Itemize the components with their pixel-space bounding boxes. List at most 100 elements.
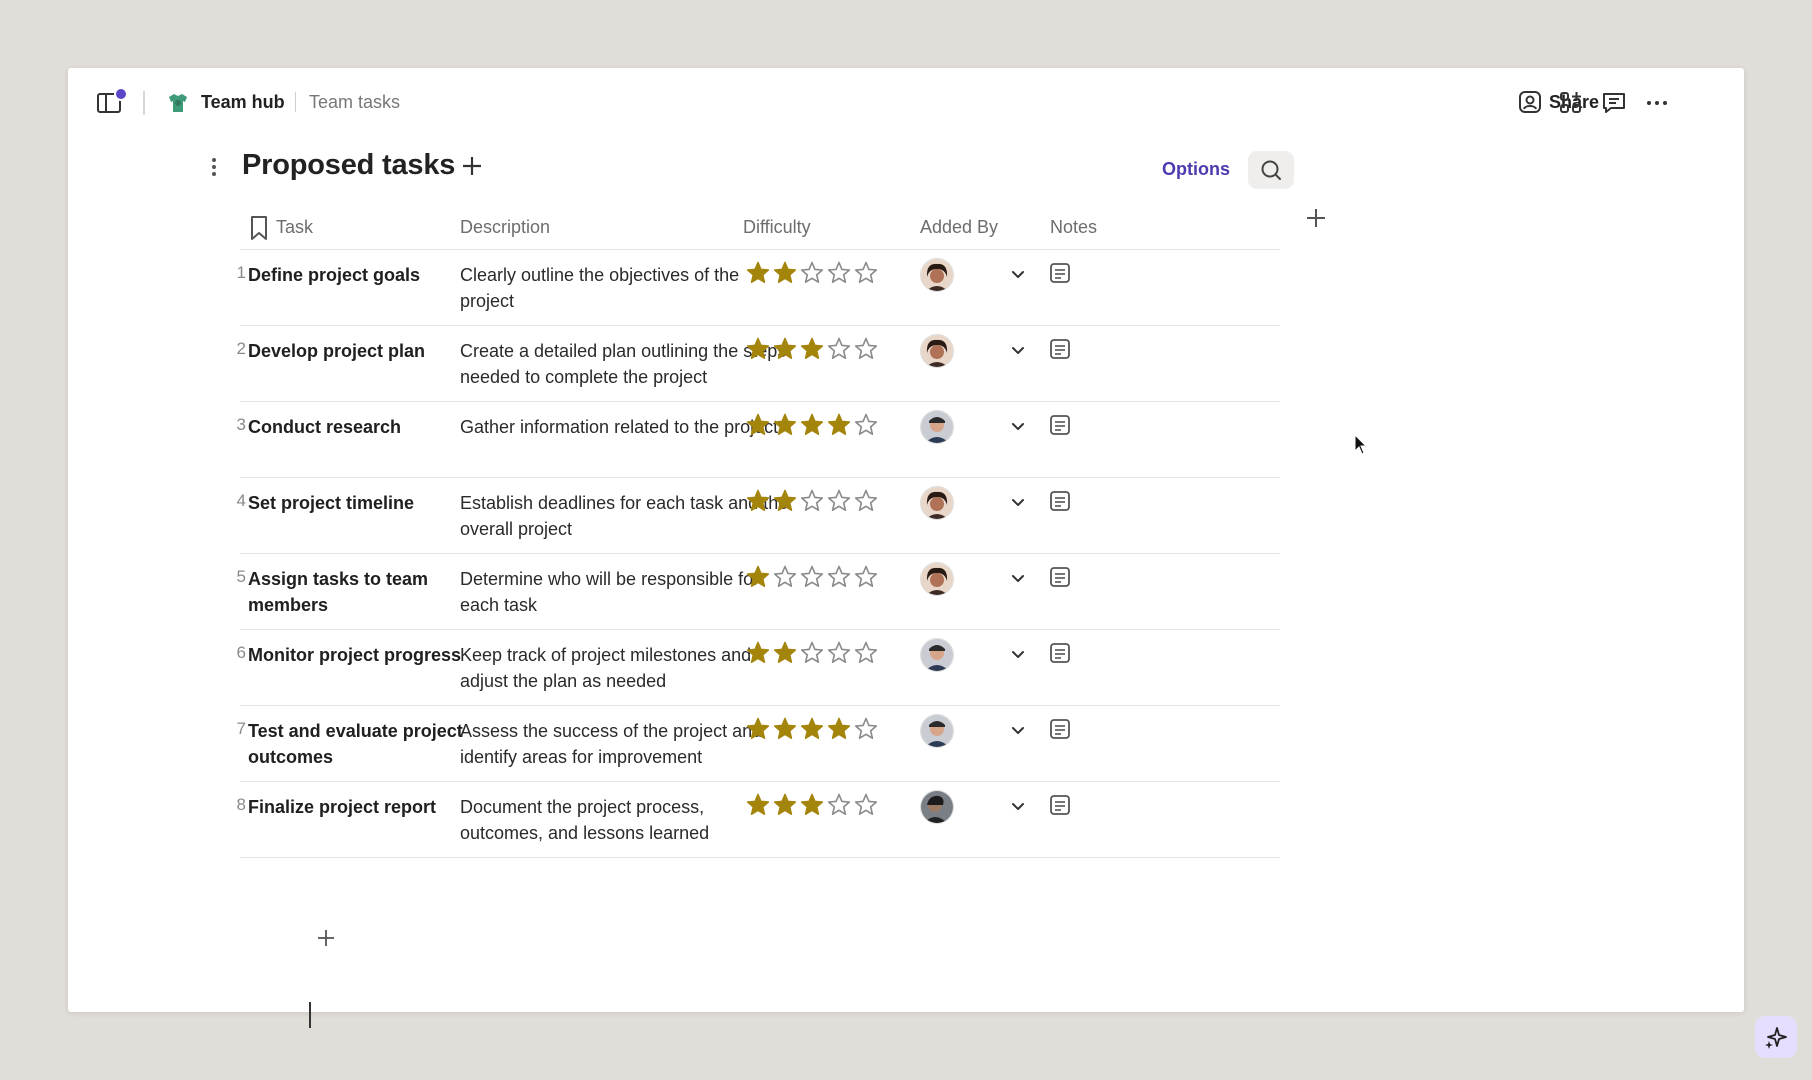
star-filled-icon[interactable] [745, 336, 771, 362]
note-icon[interactable] [1048, 565, 1072, 589]
star-empty-icon[interactable] [826, 792, 852, 818]
star-filled-icon[interactable] [826, 716, 852, 742]
star-filled-icon[interactable] [745, 488, 771, 514]
task-description[interactable]: Document the project process, outcomes, … [460, 794, 790, 846]
star-filled-icon[interactable] [745, 260, 771, 286]
star-empty-icon[interactable] [799, 640, 825, 666]
avatar[interactable] [920, 486, 954, 520]
ai-assistant-button[interactable] [1755, 1016, 1797, 1058]
note-icon[interactable] [1048, 261, 1072, 285]
star-filled-icon[interactable] [772, 412, 798, 438]
breadcrumb-team-hub[interactable]: Team hub [201, 92, 285, 113]
star-empty-icon[interactable] [853, 564, 879, 590]
star-filled-icon[interactable] [745, 792, 771, 818]
task-name[interactable]: Test and evaluate project outcomes [248, 718, 473, 770]
add-apps-icon[interactable] [1558, 90, 1584, 116]
star-empty-icon[interactable] [853, 260, 879, 286]
star-filled-icon[interactable] [772, 336, 798, 362]
star-empty-icon[interactable] [853, 716, 879, 742]
more-icon[interactable] [1644, 90, 1670, 116]
avatar[interactable] [920, 714, 954, 748]
plus-icon[interactable] [460, 154, 484, 178]
star-filled-icon[interactable] [772, 640, 798, 666]
star-filled-icon[interactable] [745, 716, 771, 742]
note-icon[interactable] [1048, 413, 1072, 437]
task-name[interactable]: Assign tasks to team members [248, 566, 473, 618]
difficulty-rating[interactable] [745, 488, 879, 514]
star-filled-icon[interactable] [772, 716, 798, 742]
chevron-down-icon[interactable] [1010, 646, 1026, 662]
avatar[interactable] [920, 258, 954, 292]
difficulty-rating[interactable] [745, 412, 879, 438]
avatar[interactable] [920, 562, 954, 596]
chevron-down-icon[interactable] [1010, 494, 1026, 510]
star-empty-icon[interactable] [853, 488, 879, 514]
difficulty-rating[interactable] [745, 716, 879, 742]
star-empty-icon[interactable] [826, 336, 852, 362]
column-header-description[interactable]: Description [460, 217, 550, 238]
add-column-icon[interactable] [1304, 206, 1328, 230]
star-filled-icon[interactable] [745, 412, 771, 438]
difficulty-rating[interactable] [745, 336, 879, 362]
task-description[interactable]: Gather information related to the projec… [460, 414, 790, 440]
difficulty-rating[interactable] [745, 260, 879, 286]
task-description[interactable]: Keep track of project milestones and adj… [460, 642, 790, 694]
table-row[interactable]: 3 Conduct research Gather information re… [237, 402, 1280, 478]
chevron-down-icon[interactable] [1010, 570, 1026, 586]
difficulty-rating[interactable] [745, 564, 879, 590]
task-description[interactable]: Clearly outline the objectives of the pr… [460, 262, 790, 314]
avatar[interactable] [920, 638, 954, 672]
star-empty-icon[interactable] [826, 564, 852, 590]
star-filled-icon[interactable] [772, 260, 798, 286]
chevron-down-icon[interactable] [1010, 418, 1026, 434]
star-empty-icon[interactable] [853, 792, 879, 818]
note-icon[interactable] [1048, 489, 1072, 513]
task-name[interactable]: Set project timeline [248, 490, 473, 516]
star-filled-icon[interactable] [826, 412, 852, 438]
star-empty-icon[interactable] [826, 640, 852, 666]
task-description[interactable]: Create a detailed plan outlining the ste… [460, 338, 790, 390]
task-name[interactable]: Monitor project progress [248, 642, 473, 668]
difficulty-rating[interactable] [745, 640, 879, 666]
star-filled-icon[interactable] [799, 412, 825, 438]
drag-handle-icon[interactable] [209, 156, 219, 178]
task-description[interactable]: Determine who will be responsible for ea… [460, 566, 790, 618]
star-empty-icon[interactable] [799, 488, 825, 514]
chevron-down-icon[interactable] [1010, 342, 1026, 358]
column-header-task[interactable]: Task [276, 217, 313, 238]
star-filled-icon[interactable] [772, 488, 798, 514]
task-name[interactable]: Finalize project report [248, 794, 473, 820]
breadcrumb-team-tasks[interactable]: Team tasks [309, 92, 400, 113]
avatar[interactable] [920, 790, 954, 824]
star-filled-icon[interactable] [799, 792, 825, 818]
star-filled-icon[interactable] [799, 336, 825, 362]
note-icon[interactable] [1048, 641, 1072, 665]
task-name[interactable]: Conduct research [248, 414, 473, 440]
chevron-down-icon[interactable] [1010, 266, 1026, 282]
note-icon[interactable] [1048, 793, 1072, 817]
task-name[interactable]: Develop project plan [248, 338, 473, 364]
note-icon[interactable] [1048, 337, 1072, 361]
star-empty-icon[interactable] [853, 412, 879, 438]
difficulty-rating[interactable] [745, 792, 879, 818]
star-filled-icon[interactable] [745, 640, 771, 666]
star-empty-icon[interactable] [799, 260, 825, 286]
avatar[interactable] [920, 334, 954, 368]
table-row[interactable]: 6 Monitor project progress Keep track of… [237, 630, 1280, 706]
star-empty-icon[interactable] [826, 260, 852, 286]
star-filled-icon[interactable] [772, 792, 798, 818]
table-row[interactable]: 5 Assign tasks to team members Determine… [237, 554, 1280, 630]
table-row[interactable]: 7 Test and evaluate project outcomes Ass… [237, 706, 1280, 782]
search-button[interactable] [1248, 151, 1294, 189]
chevron-down-icon[interactable] [1010, 798, 1026, 814]
task-description[interactable]: Establish deadlines for each task and th… [460, 490, 790, 542]
table-row[interactable]: 1 Define project goals Clearly outline t… [237, 250, 1280, 326]
options-button[interactable]: Options [1162, 159, 1230, 180]
comment-icon[interactable] [1601, 90, 1627, 116]
table-row[interactable]: 4 Set project timeline Establish deadlin… [237, 478, 1280, 554]
chevron-down-icon[interactable] [1010, 722, 1026, 738]
column-header-added-by[interactable]: Added By [920, 217, 998, 238]
table-row[interactable]: 8 Finalize project report Document the p… [237, 782, 1280, 858]
avatar[interactable] [920, 410, 954, 444]
star-empty-icon[interactable] [853, 336, 879, 362]
